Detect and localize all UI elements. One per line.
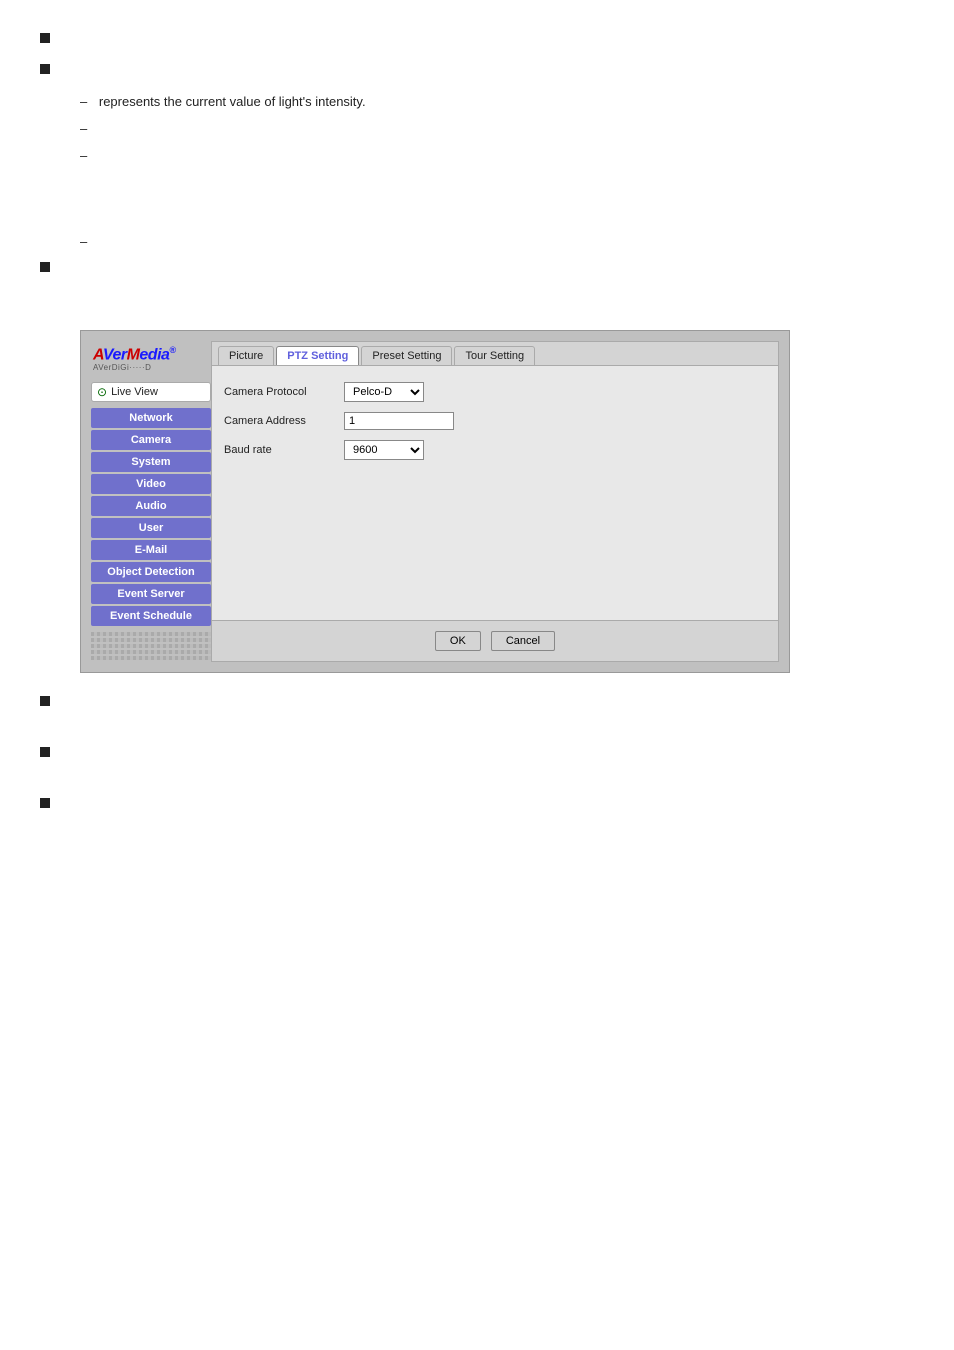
tab-bar: Picture PTZ Setting Preset Setting Tour … (212, 342, 778, 366)
baud-rate-select[interactable]: 9600 4800 2400 1200 (344, 440, 424, 460)
sidebar-item-video[interactable]: Video (91, 474, 211, 494)
live-view-icon: ⊙ (97, 385, 107, 399)
camera-protocol-select[interactable]: Pelco-D Pelco-P (344, 382, 424, 402)
live-view-label: Live View (111, 386, 158, 398)
sidebar-item-object-detection[interactable]: Object Detection (91, 562, 211, 582)
sub-item-2 (80, 119, 914, 140)
sub-item-1: represents the current value of light's … (80, 92, 914, 113)
sidebar-item-event-server[interactable]: Event Server (91, 584, 211, 604)
panel-content: Camera Protocol Pelco-D Pelco-P Camera A… (212, 366, 778, 619)
bullet-icon-1 (40, 33, 50, 43)
baud-rate-label: Baud rate (224, 444, 344, 456)
logo-sub: AVerDiGi·····D (93, 363, 209, 372)
sidebar-decorative-bands (91, 632, 211, 660)
bullet-icon-2 (40, 64, 50, 74)
tab-preset-setting[interactable]: Preset Setting (361, 346, 452, 365)
bullet-section-6 (40, 795, 914, 808)
bullet-section-1 (40, 30, 914, 43)
camera-address-label: Camera Address (224, 415, 344, 427)
camera-protocol-row: Camera Protocol Pelco-D Pelco-P (224, 382, 766, 402)
sidebar-item-email[interactable]: E-Mail (91, 540, 211, 560)
main-panel: Picture PTZ Setting Preset Setting Tour … (211, 341, 779, 661)
live-view-button[interactable]: ⊙ Live View (91, 382, 211, 402)
bullet-icon-6 (40, 798, 50, 808)
tab-tour-setting[interactable]: Tour Setting (454, 346, 535, 365)
sidebar-item-audio[interactable]: Audio (91, 496, 211, 516)
sidebar-logo: AVerMedia® AVerDiGi·····D (91, 341, 211, 375)
bullet-icon-3 (40, 262, 50, 272)
bullet-section-3 (40, 259, 914, 272)
bullet-icon-5 (40, 747, 50, 757)
sidebar-item-camera[interactable]: Camera (91, 430, 211, 450)
sidebar: AVerMedia® AVerDiGi·····D ⊙ Live View Ne… (91, 341, 211, 661)
sub-item-4 (80, 232, 914, 253)
panel-footer: OK Cancel (212, 620, 778, 661)
tab-picture[interactable]: Picture (218, 346, 274, 365)
cancel-button[interactable]: Cancel (491, 631, 555, 651)
sub-item-3 (80, 146, 914, 167)
ok-button[interactable]: OK (435, 631, 481, 651)
bullet-section-4 (40, 693, 914, 706)
bullet-section-5 (40, 744, 914, 757)
camera-protocol-label: Camera Protocol (224, 386, 344, 398)
camera-address-row: Camera Address (224, 412, 766, 430)
baud-rate-row: Baud rate 9600 4800 2400 1200 (224, 440, 766, 460)
sidebar-item-system[interactable]: System (91, 452, 211, 472)
bullet-icon-4 (40, 696, 50, 706)
bullet-section-2 (40, 61, 914, 74)
tab-ptz-setting[interactable]: PTZ Setting (276, 346, 359, 365)
sidebar-item-network[interactable]: Network (91, 408, 211, 428)
sidebar-item-event-schedule[interactable]: Event Schedule (91, 606, 211, 626)
sidebar-item-user[interactable]: User (91, 518, 211, 538)
camera-address-input[interactable] (344, 412, 454, 430)
ui-screenshot: AVerMedia® AVerDiGi·····D ⊙ Live View Ne… (80, 330, 790, 672)
